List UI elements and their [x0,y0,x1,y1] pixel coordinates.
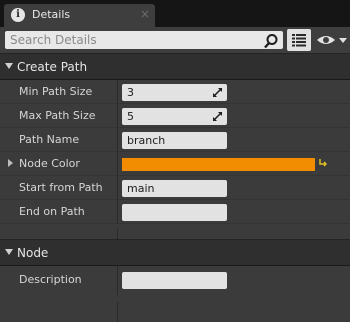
tab-label: Details [32,8,71,21]
chevron-down-icon [5,63,13,69]
path-name-input[interactable]: branch [122,132,227,149]
column-splitter [117,229,118,239]
property-label: Start from Path [19,181,103,194]
section-title: Node [17,246,49,260]
property-row-min-path-size: Min Path Size 3 [0,80,350,104]
property-label: Description [19,273,82,286]
property-row-max-path-size: Max Path Size 5 [0,104,350,128]
property-row-path-name: Path Name branch [0,128,350,152]
field-value: 3 [127,86,134,99]
section-title: Create Path [17,60,88,74]
node-properties: Description [0,266,350,302]
section-node[interactable]: Node [0,239,350,265]
column-splitter[interactable] [117,104,118,127]
description-input[interactable] [122,272,227,289]
create-path-properties: Min Path Size 3 Max Path Size 5 Path Nam… [0,80,350,229]
column-splitter[interactable] [117,152,118,175]
column-splitter[interactable] [117,128,118,151]
list-view-button[interactable] [287,29,311,51]
visibility-button[interactable] [316,33,348,47]
tab-bar: i Details × [0,0,350,27]
min-path-size-input[interactable]: 3 [122,84,227,101]
expand-arrow-icon[interactable] [8,159,13,167]
chevron-down-icon [5,249,13,255]
column-splitter[interactable] [117,266,118,295]
panel-footer [0,302,350,322]
max-path-size-input[interactable]: 5 [122,108,227,125]
info-icon: i [11,8,25,22]
property-label: End on Path [19,205,85,218]
column-splitter[interactable] [117,200,118,223]
group-spacer [0,229,350,239]
property-row-description: Description [0,266,350,295]
tab-details[interactable]: i Details × [4,4,155,27]
column-splitter[interactable] [117,176,118,199]
start-from-path-input[interactable]: main [122,180,227,197]
search-input[interactable] [5,31,260,49]
property-label: Node Color [19,157,80,170]
column-splitter[interactable] [117,80,118,103]
details-toolbar [0,27,350,53]
spinner-icon[interactable] [212,111,223,122]
list-icon [292,34,306,47]
column-splitter [117,302,118,322]
property-row-start-from-path: Start from Path main [0,176,350,200]
section-create-path[interactable]: Create Path [0,53,350,79]
spinner-icon[interactable] [212,87,223,98]
close-icon[interactable]: × [140,7,150,21]
property-label: Path Name [19,133,80,146]
property-row-end-on-path: End on Path [0,200,350,224]
field-value: 5 [127,110,134,123]
property-label: Min Path Size [19,85,93,98]
reset-to-default-icon[interactable] [318,158,327,167]
node-color-swatch[interactable] [122,158,315,171]
eye-icon [317,36,347,44]
search-box [5,31,283,49]
property-row-node-color: Node Color [0,152,350,176]
end-on-path-input[interactable] [122,204,227,221]
search-icon[interactable] [263,33,279,49]
property-label: Max Path Size [19,109,96,122]
